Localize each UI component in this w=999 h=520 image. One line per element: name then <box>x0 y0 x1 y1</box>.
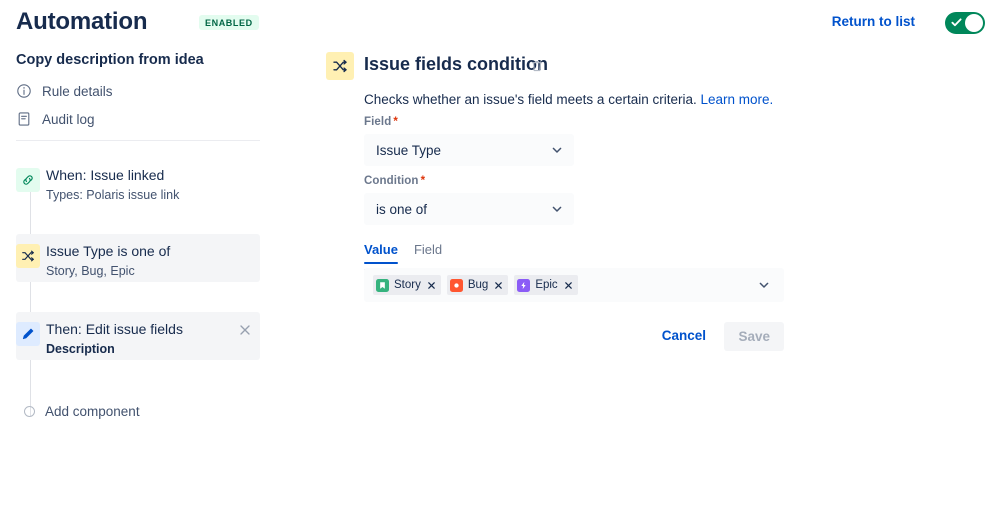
component-text: Issue Type is one of Story, Bug, Epic <box>46 242 236 280</box>
save-button[interactable]: Save <box>724 322 784 351</box>
story-icon <box>376 278 389 292</box>
component-text: When: Issue linked Types: Polaris issue … <box>46 166 236 204</box>
component-icon-badge <box>16 168 40 192</box>
sidebar-item-rule-details[interactable]: Rule details <box>16 83 113 99</box>
component-icon-badge <box>16 322 40 346</box>
top-bar: Automation ENABLED Return to list <box>0 0 999 46</box>
value-field-tabs: Value Field <box>364 242 574 270</box>
check-icon <box>951 18 962 27</box>
add-component-button[interactable]: Add component <box>16 404 140 419</box>
link-icon <box>23 175 33 185</box>
required-marker: * <box>420 175 426 187</box>
rule-sidebar: Copy description from idea Rule details … <box>0 46 300 520</box>
close-icon[interactable] <box>564 281 573 290</box>
value-chip-label: Epic <box>535 279 558 291</box>
tab-row: Value Field <box>364 242 574 264</box>
sidebar-divider <box>16 140 260 141</box>
component-title: Issue Type is one of <box>46 243 171 259</box>
rule-enabled-toggle[interactable] <box>945 12 985 34</box>
shuffle-icon <box>22 250 34 262</box>
sidebar-item-label: Rule details <box>42 83 113 99</box>
automation-rule-editor-page: Automation ENABLED Return to list Copy d… <box>0 0 999 520</box>
value-chip-label: Bug <box>467 279 489 291</box>
cancel-button[interactable]: Cancel <box>662 328 706 343</box>
trash-icon[interactable] <box>530 59 544 73</box>
condition-editor-panel: Issue fields condition Checks whether an… <box>326 50 946 351</box>
condition-select[interactable]: is one of <box>364 193 574 225</box>
condition-label: Condition * <box>364 175 574 187</box>
chevron-down-icon <box>552 147 562 153</box>
close-icon[interactable] <box>494 281 503 290</box>
component-subtitle: Story, Bug, Epic <box>46 264 135 278</box>
panel-description-text: Checks whether an issue's field meets a … <box>364 92 701 107</box>
value-multiselect[interactable]: Story Bug Epic <box>364 268 784 302</box>
condition-label-text: Condition <box>364 175 419 187</box>
panel-header: Issue fields condition <box>326 50 946 84</box>
pencil-icon <box>22 328 34 340</box>
close-icon[interactable] <box>427 281 436 290</box>
component-text: Then: Edit issue fields Description <box>46 320 236 358</box>
document-log-icon <box>18 112 30 126</box>
tab-field[interactable]: Field <box>414 242 442 264</box>
field-label-text: Field <box>364 116 392 128</box>
tab-value[interactable]: Value <box>364 242 398 264</box>
toggle-knob <box>965 14 983 32</box>
circle-outline-icon <box>24 406 35 417</box>
add-component-label: Add component <box>45 404 140 419</box>
form-actions: Cancel Save <box>364 322 784 354</box>
info-circle-icon <box>17 84 31 98</box>
component-title: Then: Edit issue fields <box>46 321 183 337</box>
component-subtitle: Description <box>46 342 115 356</box>
shuffle-icon <box>333 59 347 73</box>
rule-name: Copy description from idea <box>16 52 204 68</box>
field-label: Field * <box>364 116 574 128</box>
value-chip[interactable]: Epic <box>514 275 578 295</box>
component-icon-badge <box>16 244 40 268</box>
value-chip[interactable]: Story <box>373 275 441 295</box>
component-subtitle: Types: Polaris issue link <box>46 188 180 202</box>
chevron-down-icon <box>759 282 769 288</box>
close-icon[interactable] <box>238 323 252 337</box>
bug-icon <box>449 278 463 292</box>
sidebar-item-audit-log[interactable]: Audit log <box>16 111 95 127</box>
component-title: When: Issue linked <box>46 167 165 183</box>
rule-component-condition[interactable]: Issue Type is one of Story, Bug, Epic <box>16 234 260 282</box>
page-title: Automation <box>16 8 148 35</box>
sidebar-item-label: Audit log <box>42 111 95 127</box>
panel-title: Issue fields condition <box>364 54 549 74</box>
rule-component-trigger[interactable]: When: Issue linked Types: Polaris issue … <box>16 158 260 208</box>
field-group: Field * Issue Type <box>364 116 574 166</box>
panel-icon-badge <box>326 52 354 80</box>
condition-group: Condition * is one of <box>364 175 574 225</box>
value-chip[interactable]: Bug <box>446 275 509 295</box>
condition-select-value: is one of <box>376 201 428 217</box>
return-to-list-link[interactable]: Return to list <box>832 14 915 29</box>
field-select-value: Issue Type <box>376 142 442 158</box>
selected-value-chips: Story Bug Epic <box>373 275 578 295</box>
status-badge: ENABLED <box>199 15 259 30</box>
value-chip-label: Story <box>394 279 421 291</box>
panel-description: Checks whether an issue's field meets a … <box>364 91 773 109</box>
epic-icon <box>517 278 531 292</box>
learn-more-link[interactable]: Learn more. <box>700 92 773 107</box>
chevron-down-icon <box>552 206 562 212</box>
field-select[interactable]: Issue Type <box>364 134 574 166</box>
required-marker: * <box>393 116 398 128</box>
rule-component-action[interactable]: Then: Edit issue fields Description <box>16 312 260 360</box>
